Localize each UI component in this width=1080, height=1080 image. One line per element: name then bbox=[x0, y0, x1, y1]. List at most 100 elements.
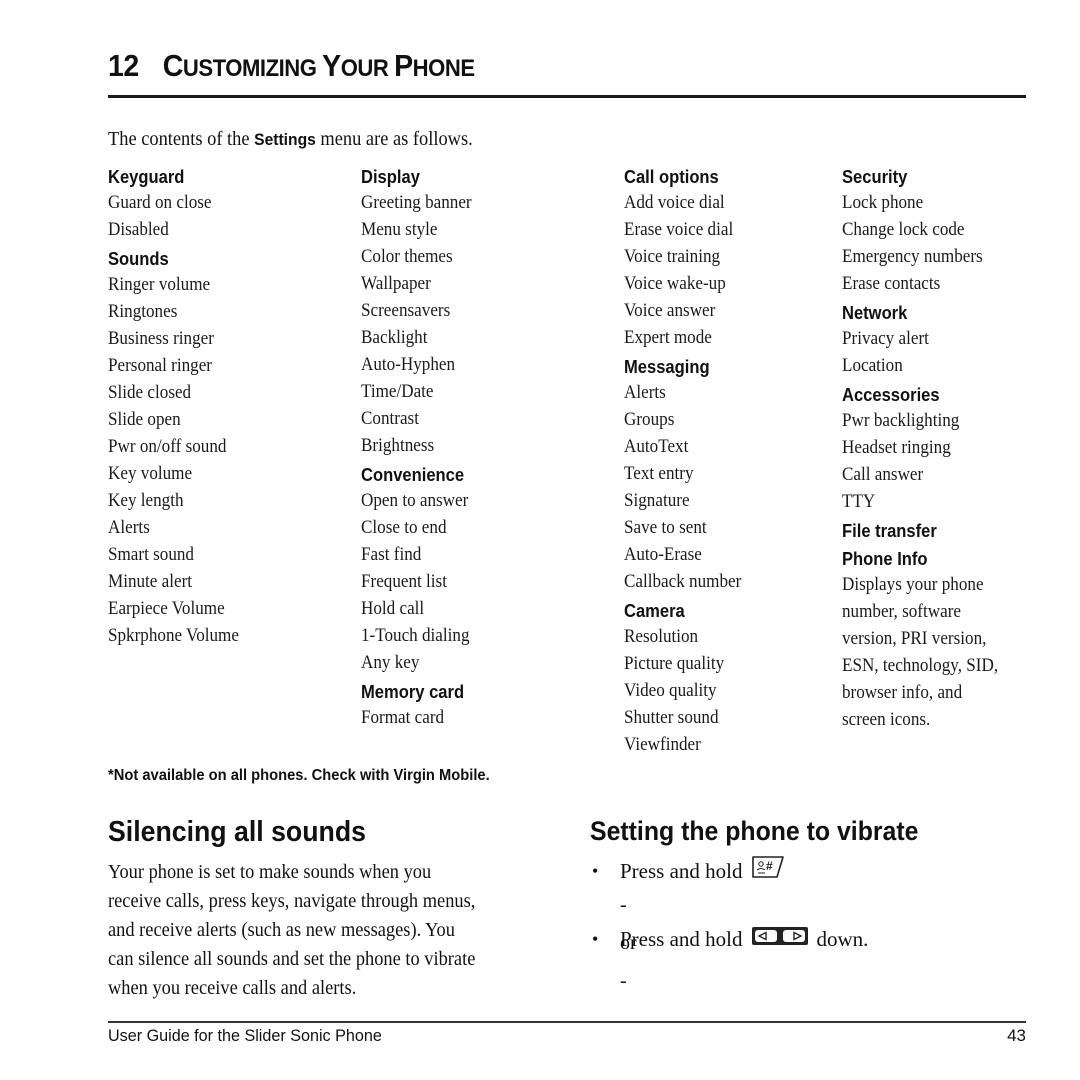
menu-group-title: Network bbox=[842, 303, 908, 323]
menu-group-camera: Camera Resolution Picture quality Video qua… bbox=[624, 599, 834, 758]
paragraph-line: receive calls, press keys, navigate thro… bbox=[108, 890, 476, 912]
svg-text:#: # bbox=[766, 859, 773, 873]
menu-item: Earpiece Volume bbox=[108, 598, 225, 619]
menu-item: Voice wake-up bbox=[624, 273, 726, 294]
menu-item: Text entry bbox=[624, 463, 694, 484]
menu-item: Slide open bbox=[108, 409, 181, 430]
menu-group-display: Display Greeting banner Menu style Color th… bbox=[361, 165, 611, 459]
menu-group-title: Accessories bbox=[842, 385, 940, 405]
menu-item: Alerts bbox=[624, 382, 666, 403]
menu-item: TTY bbox=[842, 491, 876, 512]
settings-keyword: Settings bbox=[254, 130, 316, 149]
menu-item: Time/Date bbox=[361, 381, 434, 402]
menu-item: Resolution bbox=[624, 626, 699, 647]
menu-group-description-line: Displays your phone bbox=[842, 574, 984, 595]
menu-group-title: Call options bbox=[624, 167, 719, 187]
menu-group-call-options: Call options Add voice dial Erase voice di… bbox=[624, 165, 834, 351]
menu-group-title: Phone Info bbox=[842, 549, 928, 569]
silencing-heading: Silencing all sounds bbox=[108, 816, 366, 848]
menu-group-title: File transfer bbox=[842, 521, 937, 541]
menu-item: Hold call bbox=[361, 598, 425, 619]
chapter-title-part: HONE bbox=[412, 55, 475, 82]
menu-item: Shutter sound bbox=[624, 707, 719, 728]
menu-item: Screensavers bbox=[361, 300, 451, 321]
menu-group-file-transfer: File transfer bbox=[842, 519, 1032, 543]
menu-item: Call answer bbox=[842, 464, 924, 485]
chapter-title-part: USTOMIZING bbox=[182, 55, 323, 82]
menu-item: Format card bbox=[361, 707, 445, 728]
intro-before: The contents of the bbox=[108, 128, 255, 150]
menu-item: Guard on close bbox=[108, 192, 212, 213]
menu-item: Pwr on/off sound bbox=[108, 436, 227, 457]
chapter-title-part: P bbox=[394, 48, 413, 83]
menu-group-title: Keyguard bbox=[108, 167, 185, 187]
menu-item: Frequent list bbox=[361, 571, 447, 592]
menu-item: Close to end bbox=[361, 517, 447, 538]
menu-item: Groups bbox=[624, 409, 675, 430]
menu-item: Save to sent bbox=[624, 517, 707, 538]
paragraph-line: can silence all sounds and set the phone… bbox=[108, 948, 476, 970]
menu-group-memory-card: Memory card Format card bbox=[361, 680, 611, 731]
menu-item: Location bbox=[842, 355, 903, 376]
menu-item: Backlight bbox=[361, 327, 428, 348]
settings-column-2: Display Greeting banner Menu style Color th… bbox=[361, 165, 611, 731]
menu-item: Key length bbox=[108, 490, 184, 511]
menu-item: Brightness bbox=[361, 435, 435, 456]
menu-item: Fast find bbox=[361, 544, 422, 565]
menu-item: Lock phone bbox=[842, 192, 924, 213]
menu-item: Emergency numbers bbox=[842, 246, 983, 267]
settings-column-4: Security Lock phone Change lock code Emerge… bbox=[842, 165, 1032, 733]
bullet-icon: • bbox=[592, 929, 599, 949]
menu-item: Key volume bbox=[108, 463, 193, 484]
menu-group-description-line: browser info, and bbox=[842, 682, 963, 703]
menu-item: Personal ringer bbox=[108, 355, 213, 376]
menu-group-security: Security Lock phone Change lock code Emerge… bbox=[842, 165, 1032, 297]
step-2-after: down. bbox=[816, 927, 869, 951]
vibrate-heading: Setting the phone to vibrate bbox=[590, 816, 919, 846]
chapter-title: CUSTOMIZING YOUR PHONE bbox=[163, 48, 475, 83]
pound-vibrate-key-icon: # bbox=[751, 854, 785, 888]
footer-rule bbox=[108, 1021, 1026, 1023]
intro-sentence: The contents of the Settings menu are as… bbox=[108, 128, 473, 151]
menu-item: Auto-Erase bbox=[624, 544, 702, 565]
menu-item: Privacy alert bbox=[842, 328, 929, 349]
chapter-title-part: OUR bbox=[340, 55, 395, 82]
page-number: 43 bbox=[1007, 1026, 1026, 1045]
menu-group-title: Memory card bbox=[361, 682, 465, 702]
menu-item: Alerts bbox=[108, 517, 150, 538]
paragraph-line: and receive alerts (such as new messages… bbox=[108, 919, 455, 941]
menu-group-title: Display bbox=[361, 167, 420, 187]
menu-item: Open to answer bbox=[361, 490, 469, 511]
menu-group-sounds: Sounds Ringer volume Ringtones Business rin… bbox=[108, 247, 348, 649]
menu-group-description-line: version, PRI version, bbox=[842, 628, 987, 649]
chapter-number: 12 bbox=[108, 48, 139, 83]
menu-item: Viewfinder bbox=[624, 734, 701, 755]
menu-item: Change lock code bbox=[842, 219, 965, 240]
menu-item: Business ringer bbox=[108, 328, 214, 349]
menu-group-phone-info: Phone Info Displays your phone number, sof… bbox=[842, 547, 1032, 733]
menu-group-title: Security bbox=[842, 167, 908, 187]
volume-side-key-icon bbox=[751, 924, 809, 954]
step-1-text: Press and hold bbox=[620, 859, 743, 883]
menu-item: Any key bbox=[361, 652, 420, 673]
menu-item: Video quality bbox=[624, 680, 717, 701]
intro-after: menu are as follows. bbox=[315, 128, 473, 150]
heading-rule bbox=[108, 95, 1026, 98]
menu-item: Spkrphone Volume bbox=[108, 625, 239, 646]
menu-item: Minute alert bbox=[108, 571, 193, 592]
menu-item: Voice training bbox=[624, 246, 721, 267]
menu-item: Smart sound bbox=[108, 544, 194, 565]
chapter-title-part: Y bbox=[322, 48, 341, 83]
menu-item: Disabled bbox=[108, 219, 169, 240]
menu-item: 1-Touch dialing bbox=[361, 625, 470, 646]
menu-item: Greeting banner bbox=[361, 192, 472, 213]
menu-item: Headset ringing bbox=[842, 437, 951, 458]
menu-item: Auto-Hyphen bbox=[361, 354, 456, 375]
bullet-icon: • bbox=[592, 861, 599, 881]
menu-item: Signature bbox=[624, 490, 690, 511]
menu-group-title: Sounds bbox=[108, 249, 169, 269]
menu-group-title: Convenience bbox=[361, 465, 465, 485]
menu-item: Picture quality bbox=[624, 653, 725, 674]
menu-group-keyguard: Keyguard Guard on close Disabled bbox=[108, 165, 348, 243]
chapter-heading: 12 CUSTOMIZING YOUR PHONE bbox=[108, 48, 953, 84]
